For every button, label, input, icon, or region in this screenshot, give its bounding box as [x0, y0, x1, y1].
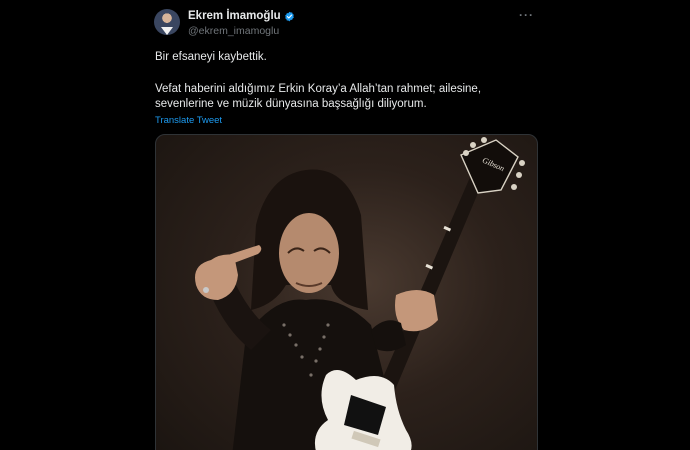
tweet-text-line1: Bir efsaneyi kaybettik.: [155, 51, 267, 63]
tweet-card[interactable]: Ekrem İmamoğlu @ekrem_imamoglu ··· Bir e…: [140, 0, 550, 450]
author-handle[interactable]: @ekrem_imamoglu: [188, 25, 279, 37]
author-name-row: Ekrem İmamoğlu: [188, 10, 295, 22]
avatar[interactable]: [154, 9, 180, 35]
musician-photo: Gibson: [195, 137, 525, 450]
avatar-shirt: [161, 27, 173, 35]
verified-badge-icon: [284, 11, 294, 21]
more-options-icon[interactable]: ···: [519, 8, 534, 22]
translate-tweet-link[interactable]: Translate Tweet: [155, 115, 222, 126]
tweet-text-line2: Vefat haberini aldığımız Erkin Koray’a A…: [155, 83, 482, 110]
page: Ekrem İmamoğlu @ekrem_imamoglu ··· Bir e…: [0, 0, 690, 450]
tweet-media-photo[interactable]: Gibson: [155, 134, 538, 450]
author-display-name[interactable]: Ekrem İmamoğlu: [188, 10, 281, 22]
